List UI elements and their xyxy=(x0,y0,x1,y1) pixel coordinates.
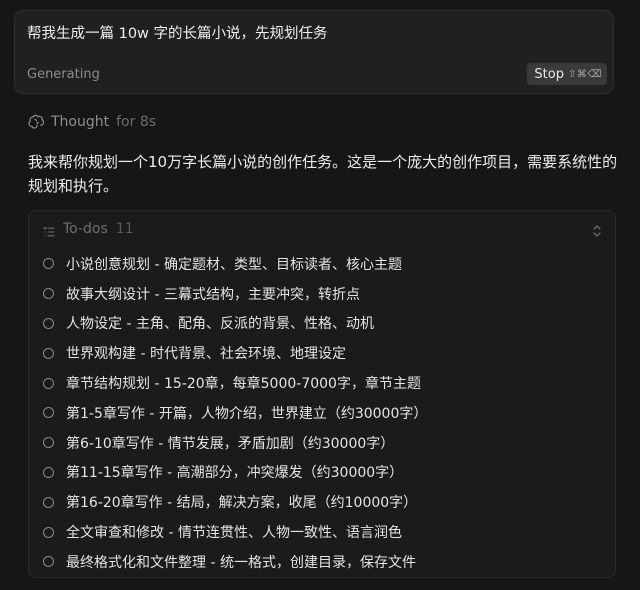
todo-item: 故事大纲设计 - 三幕式结构，主要冲突，转折点 xyxy=(43,279,603,309)
todo-item: 第1-5章写作 - 开篇，人物介绍，世界建立（约30000字） xyxy=(43,398,603,428)
todo-checkbox[interactable] xyxy=(43,437,54,449)
todo-checkbox[interactable] xyxy=(43,258,54,270)
todo-title: To-dos xyxy=(63,221,108,237)
todo-text: 第11-15章写作 - 高潮部分，冲突爆发（约30000字） xyxy=(66,465,404,482)
todo-item: 世界观构建 - 时代背景、社会环境、地理设定 xyxy=(43,338,603,368)
stop-button-label: Stop xyxy=(534,66,564,82)
thought-toggle[interactable]: Thought for 8s xyxy=(28,114,156,130)
todo-text: 世界观构建 - 时代背景、社会环境、地理设定 xyxy=(66,346,346,363)
assistant-message: 我来帮你规划一个10万字长篇小说的创作任务。这是一个庞大的创作项目，需要系统性的… xyxy=(28,153,618,195)
expand-collapse-icon[interactable] xyxy=(591,223,603,237)
thought-label: Thought xyxy=(51,114,110,130)
todo-header: To-dos 11 xyxy=(43,221,134,237)
todo-count: 11 xyxy=(115,221,134,237)
todo-list: 小说创意规划 - 确定题材、类型、目标读者、核心主题 故事大纲设计 - 三幕式结构… xyxy=(43,249,603,577)
todo-text: 故事大纲设计 - 三幕式结构，主要冲突，转折点 xyxy=(66,286,360,303)
todo-item: 全文审查和修改 - 情节连贯性、人物一致性、语言润色 xyxy=(43,517,603,547)
todo-text: 第6-10章写作 - 情节发展，矛盾加剧（约30000字） xyxy=(66,435,395,452)
thought-duration: for 8s xyxy=(116,114,157,130)
todo-checkbox[interactable] xyxy=(43,556,54,568)
todo-text: 小说创意规划 - 确定题材、类型、目标读者、核心主题 xyxy=(66,256,402,273)
todo-checkbox[interactable] xyxy=(43,377,54,389)
todo-text: 章节结构规划 - 15-20章，每章5000-7000字，章节主题 xyxy=(66,376,421,393)
generating-status: Generating xyxy=(27,67,100,82)
todo-checkbox[interactable] xyxy=(43,317,54,329)
prompt-card: 帮我生成一篇 10w 字的长篇小说，先规划任务 Generating Stop … xyxy=(14,10,614,94)
todo-checkbox[interactable] xyxy=(43,347,54,359)
todo-item: 第6-10章写作 - 情节发展，矛盾加剧（约30000字） xyxy=(43,428,603,458)
todo-checkbox[interactable] xyxy=(43,466,54,478)
brain-icon xyxy=(28,114,45,130)
todo-text: 第16-20章写作 - 结局，解决方案，收尾（约10000字） xyxy=(66,495,418,512)
todo-text: 人物设定 - 主角、配角、反派的背景、性格、动机 xyxy=(66,316,374,333)
stop-button[interactable]: Stop ⇧⌘⌫ xyxy=(527,63,607,85)
todo-text: 第1-5章写作 - 开篇，人物介绍，世界建立（约30000字） xyxy=(66,405,428,422)
todo-item: 第11-15章写作 - 高潮部分，冲突爆发（约30000字） xyxy=(43,458,603,488)
todo-item: 人物设定 - 主角、配角、反派的背景、性格、动机 xyxy=(43,309,603,339)
stop-shortcut-keys: ⇧⌘⌫ xyxy=(567,68,602,80)
prompt-text: 帮我生成一篇 10w 字的长篇小说，先规划任务 xyxy=(27,26,328,42)
todo-checkbox[interactable] xyxy=(43,288,54,300)
todo-item: 第16-20章写作 - 结局，解决方案，收尾（约10000字） xyxy=(43,487,603,517)
todo-text: 全文审查和修改 - 情节连贯性、人物一致性、语言润色 xyxy=(66,525,402,542)
checklist-icon xyxy=(43,223,55,237)
todo-checkbox[interactable] xyxy=(43,496,54,508)
todo-item: 章节结构规划 - 15-20章，每章5000-7000字，章节主题 xyxy=(43,368,603,398)
todo-checkbox[interactable] xyxy=(43,407,54,419)
todo-text: 最终格式化和文件整理 - 统一格式，创建目录，保存文件 xyxy=(66,554,416,571)
todo-item: 最终格式化和文件整理 - 统一格式，创建目录，保存文件 xyxy=(43,547,603,577)
todo-item: 小说创意规划 - 确定题材、类型、目标读者、核心主题 xyxy=(43,249,603,279)
todo-checkbox[interactable] xyxy=(43,526,54,538)
todo-panel: To-dos 11 小说创意规划 - 确定题材、类型、目标读者、核心主题 故事大纲… xyxy=(28,210,616,578)
